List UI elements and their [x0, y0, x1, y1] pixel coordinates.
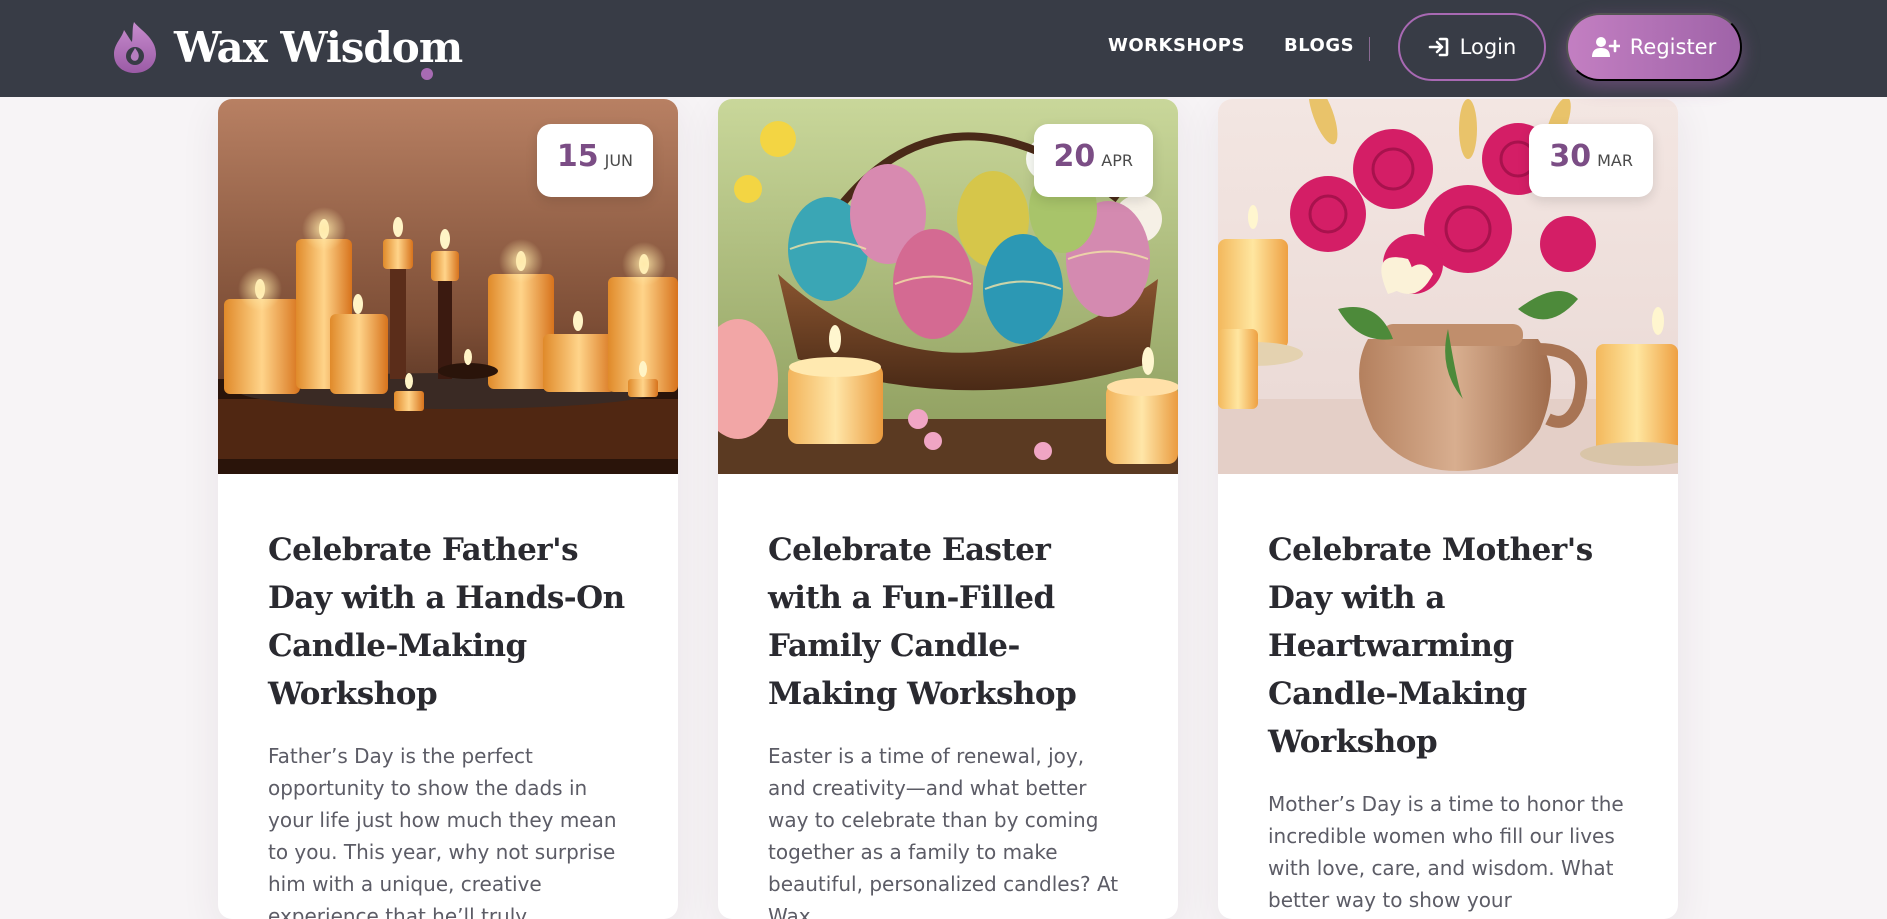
- brand-logo-link[interactable]: Wax Wisdom: [112, 20, 463, 74]
- login-button[interactable]: Login: [1398, 13, 1546, 81]
- blog-card-excerpt: Easter is a time of renewal, joy, and cr…: [768, 744, 1119, 919]
- date-day: 30: [1549, 139, 1592, 174]
- brand-name: Wax Wisdom: [174, 22, 463, 72]
- blog-card[interactable]: 15 JUN Celebrate Father's Day with a Han…: [218, 99, 678, 919]
- nav-divider: [1369, 37, 1370, 61]
- blog-card-body: Celebrate Mother's Day with a Heartwarmi…: [1218, 474, 1678, 919]
- flame-logo-icon: [114, 22, 156, 73]
- date-month: JUN: [604, 151, 633, 170]
- site-header: Wax Wisdom WORKSHOPS BLOGS Login Registe…: [0, 0, 1887, 97]
- date-badge: 15 JUN: [536, 124, 653, 197]
- blog-card-title[interactable]: Celebrate Mother's Day with a Heartwarmi…: [1268, 526, 1628, 766]
- blog-card-image-easter[interactable]: 20 APR: [718, 99, 1178, 474]
- login-label: Login: [1459, 35, 1517, 59]
- date-day: 20: [1053, 139, 1096, 174]
- blog-card-title[interactable]: Celebrate Father's Day with a Hands-On C…: [268, 526, 628, 718]
- blog-card-body: Celebrate Easter with a Fun-Filled Famil…: [718, 474, 1178, 919]
- login-arrow-icon: [1428, 37, 1448, 57]
- blog-card-excerpt: Mother’s Day is a time to honor the incr…: [1268, 792, 1624, 912]
- blog-card-image-fathers-day[interactable]: 15 JUN: [218, 99, 678, 474]
- blog-card[interactable]: 30 MAR Celebrate Mother's Day with a Hea…: [1218, 99, 1678, 919]
- blog-card-excerpt: Father’s Day is the perfect opportunity …: [268, 744, 617, 919]
- brand-dot-decoration: [421, 68, 433, 80]
- user-plus-icon: [1591, 37, 1620, 57]
- register-label: Register: [1629, 35, 1717, 59]
- date-badge: 30 MAR: [1529, 124, 1653, 197]
- blog-card-body: Celebrate Father's Day with a Hands-On C…: [218, 474, 678, 919]
- date-day: 15: [556, 139, 599, 174]
- date-month: MAR: [1597, 151, 1633, 170]
- register-button[interactable]: Register: [1566, 13, 1742, 81]
- nav-workshops-link[interactable]: WORKSHOPS: [1108, 35, 1245, 56]
- blog-card-title[interactable]: Celebrate Easter with a Fun-Filled Famil…: [768, 526, 1128, 718]
- blog-card[interactable]: 20 APR Celebrate Easter with a Fun-Fille…: [718, 99, 1178, 919]
- nav-blogs-link[interactable]: BLOGS: [1284, 35, 1354, 56]
- date-month: APR: [1101, 151, 1133, 170]
- blog-card-image-mothers-day[interactable]: 30 MAR: [1218, 99, 1678, 474]
- date-badge: 20 APR: [1033, 124, 1153, 197]
